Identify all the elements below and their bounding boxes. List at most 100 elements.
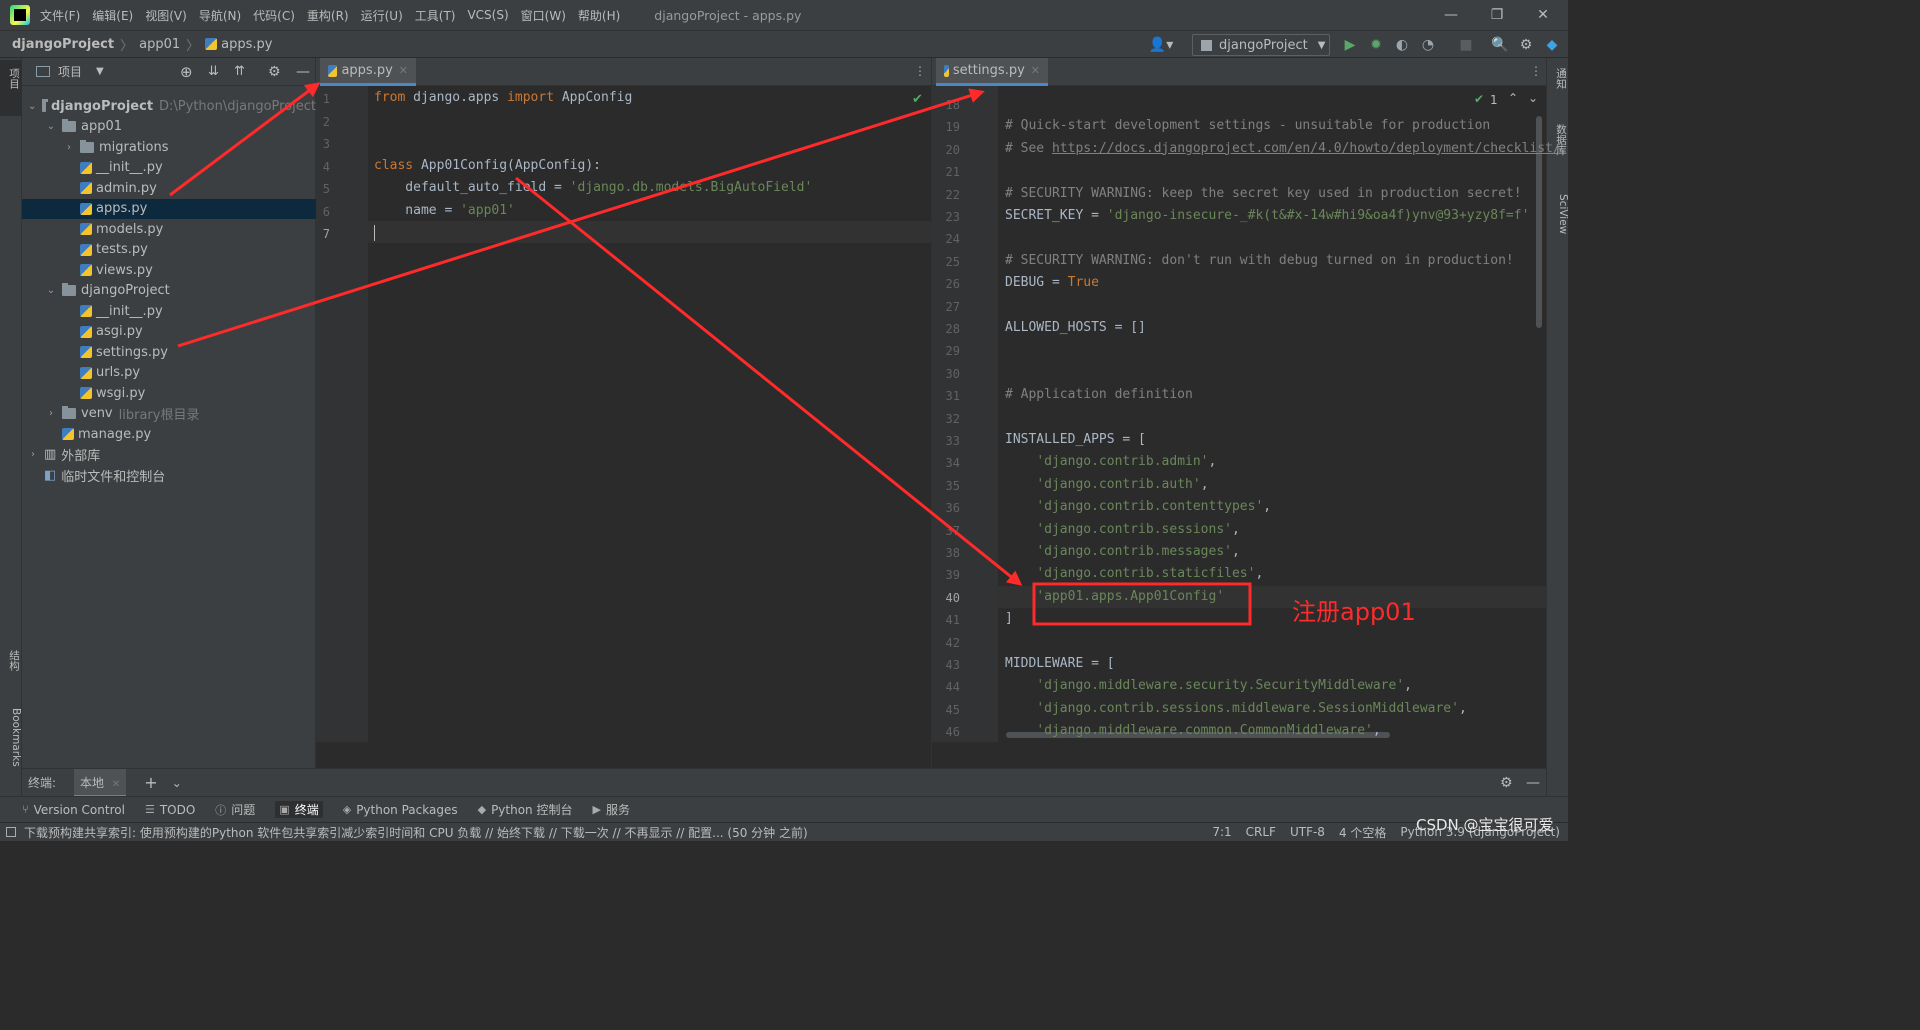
tree-item[interactable]: manage.py <box>22 424 316 444</box>
run-configuration-select[interactable]: djangoProject ▼ <box>1192 34 1330 56</box>
tree-item[interactable]: wsgi.py <box>22 383 316 403</box>
code-line[interactable]: # SECURITY WARNING: keep the secret key … <box>1005 186 1522 201</box>
chevron-down-icon[interactable]: ⌄ <box>28 101 36 112</box>
toolwindow-button[interactable]: ⓘ 问题 <box>215 801 255 818</box>
tree-item[interactable]: apps.py <box>22 198 316 219</box>
code-line[interactable]: name = 'app01' <box>374 203 515 218</box>
menu-item[interactable]: 工具(T) <box>415 7 456 24</box>
close-button[interactable]: ✕ <box>1520 0 1566 30</box>
options-gear-icon[interactable]: ⚙ <box>268 64 281 80</box>
indent-setting[interactable]: 4 个空格 <box>1339 824 1386 841</box>
code-line[interactable]: 'django.middleware.common.CommonMiddlewa… <box>1005 723 1380 738</box>
tree-item[interactable]: settings.py <box>22 342 316 362</box>
project-view-select[interactable]: 项目 <box>58 63 82 80</box>
locate-file-icon[interactable]: ⊕ <box>180 63 193 81</box>
tree-item[interactable]: __init__.py <box>22 158 316 178</box>
search-icon[interactable]: 🔍 <box>1490 35 1510 55</box>
chevron-down-icon[interactable]: ⌄ <box>46 285 56 296</box>
toolwindow-button[interactable]: ☰ TODO <box>145 803 195 817</box>
code-line[interactable]: ] <box>1005 611 1013 626</box>
code-line[interactable]: 'django.contrib.admin', <box>1005 454 1216 469</box>
tree-item[interactable]: asgi.py <box>22 322 316 342</box>
toolwindow-button[interactable]: ◆ Python 控制台 <box>478 801 573 818</box>
toolwindow-button[interactable]: ▣ 终端 <box>275 801 323 818</box>
status-message[interactable]: 下载预构建共享索引: 使用预构建的Python 软件包共享索引减少索引时间和 C… <box>24 824 1198 841</box>
next-highlight-icon[interactable]: ⌄ <box>1528 91 1538 105</box>
code-line[interactable]: from django.apps import AppConfig <box>374 90 632 105</box>
menu-item[interactable]: 编辑(E) <box>92 7 133 24</box>
hide-panel-icon[interactable]: — <box>296 64 310 80</box>
project-tool-tab[interactable]: 项目 <box>0 60 22 116</box>
user-account-icon[interactable]: 👤▾ <box>1148 35 1174 55</box>
menu-item[interactable]: 重构(R) <box>307 7 349 24</box>
tree-item[interactable]: tests.py <box>22 240 316 260</box>
menu-item[interactable]: 运行(U) <box>361 7 403 24</box>
code-line[interactable]: 'django.contrib.auth', <box>1005 477 1208 492</box>
code-line[interactable]: # Application definition <box>1005 387 1193 402</box>
tree-item[interactable]: ⌄ djangoProject <box>22 281 316 301</box>
code-line[interactable]: 'app01.apps.App01Config' <box>1005 589 1224 604</box>
collapse-all-icon[interactable]: ⇈ <box>234 64 245 79</box>
structure-tool-tab[interactable]: 结构 <box>0 650 22 671</box>
run-icon[interactable]: ▶ <box>1340 35 1360 55</box>
code-line[interactable]: INSTALLED_APPS = [ <box>1005 432 1146 447</box>
new-terminal-icon[interactable]: + <box>144 773 157 792</box>
code-line[interactable]: class App01Config(AppConfig): <box>374 158 601 173</box>
tree-item[interactable]: › ▥ 外部库 <box>22 445 316 465</box>
tree-item[interactable]: views.py <box>22 260 316 280</box>
no-problems-check-icon[interactable]: ✔ <box>912 92 923 107</box>
tree-item[interactable]: ⌄ app01 <box>22 117 316 137</box>
notifications-tool-tab[interactable]: 通知 <box>1547 68 1569 89</box>
more-options-icon[interactable]: ⋮ <box>914 64 926 78</box>
close-tab-icon[interactable]: ✕ <box>1031 64 1040 77</box>
chevron-down-icon[interactable]: ⌄ <box>172 776 182 790</box>
code-line[interactable]: 'django.contrib.messages', <box>1005 544 1240 559</box>
bookmarks-tool-tab[interactable]: Bookmarks <box>0 708 22 767</box>
coverage-icon[interactable]: ◐ <box>1392 35 1412 55</box>
jetbrains-toolbox-icon[interactable]: ◆ <box>1542 35 1562 55</box>
menu-item[interactable]: 导航(N) <box>199 7 241 24</box>
tree-item[interactable]: › migrations <box>22 137 316 157</box>
chevron-down-icon[interactable]: ▼ <box>96 66 104 77</box>
debug-icon[interactable]: ✹ <box>1366 35 1386 55</box>
caret-position[interactable]: 7:1 <box>1212 825 1231 839</box>
code-line[interactable]: 'django.contrib.staticfiles', <box>1005 566 1263 581</box>
tab-settings-py[interactable]: settings.py ✕ <box>936 58 1048 86</box>
terminal-tab-local[interactable]: 本地 ✕ <box>74 768 127 797</box>
tree-item[interactable]: ◧ 临时文件和控制台 <box>22 465 316 485</box>
chevron-right-icon[interactable]: › <box>64 142 74 153</box>
code-line[interactable]: DEBUG = True <box>1005 275 1099 290</box>
chevron-right-icon[interactable]: › <box>46 408 56 419</box>
minimize-button[interactable]: — <box>1428 0 1474 30</box>
toolwindow-button[interactable]: ◈ Python Packages <box>343 803 458 817</box>
file-encoding[interactable]: UTF-8 <box>1290 825 1325 839</box>
previous-highlight-icon[interactable]: ⌃ <box>1508 91 1518 105</box>
menu-item[interactable]: VCS(S) <box>467 8 508 22</box>
restore-button[interactable]: ❐ <box>1474 0 1520 30</box>
tree-item[interactable]: models.py <box>22 219 316 239</box>
tree-item[interactable]: ⌄ djangoProject D:\Python\djangoProject <box>22 96 316 116</box>
tree-item[interactable]: __init__.py <box>22 301 316 321</box>
tree-item[interactable]: › venv library根目录 <box>22 404 316 424</box>
code-line[interactable]: # See https://docs.djangoproject.com/en/… <box>1005 141 1561 156</box>
profile-icon[interactable]: ◔ <box>1418 35 1438 55</box>
code-line[interactable]: SECRET_KEY = 'django-insecure-_#k(t&#x-1… <box>1005 208 1529 223</box>
stop-icon[interactable]: ■ <box>1456 35 1476 55</box>
code-line[interactable]: 'django.middleware.security.SecurityMidd… <box>1005 678 1412 693</box>
code-line[interactable]: 'django.contrib.sessions', <box>1005 522 1240 537</box>
breadcrumb-file[interactable]: apps.py <box>221 37 272 52</box>
close-tab-icon[interactable]: ✕ <box>399 64 408 77</box>
code-line[interactable]: ALLOWED_HOSTS = [] <box>1005 320 1146 335</box>
menu-item[interactable]: 帮助(H) <box>578 7 620 24</box>
code-line[interactable]: 'django.contrib.contenttypes', <box>1005 499 1271 514</box>
code-line[interactable]: # Quick-start development settings - uns… <box>1005 118 1490 133</box>
toolwindow-button[interactable]: ⑂ Version Control <box>22 803 125 817</box>
chevron-right-icon[interactable]: › <box>28 449 38 460</box>
menu-item[interactable]: 代码(C) <box>253 7 295 24</box>
breadcrumb-folder[interactable]: app01 <box>139 37 180 52</box>
toggle-tool-windows-icon[interactable] <box>6 827 16 837</box>
inspection-check-icon[interactable]: ✔ <box>1474 92 1484 106</box>
expand-all-icon[interactable]: ⇊ <box>208 64 219 79</box>
chevron-down-icon[interactable]: ⌄ <box>46 121 56 132</box>
close-tab-icon[interactable]: ✕ <box>112 779 120 790</box>
